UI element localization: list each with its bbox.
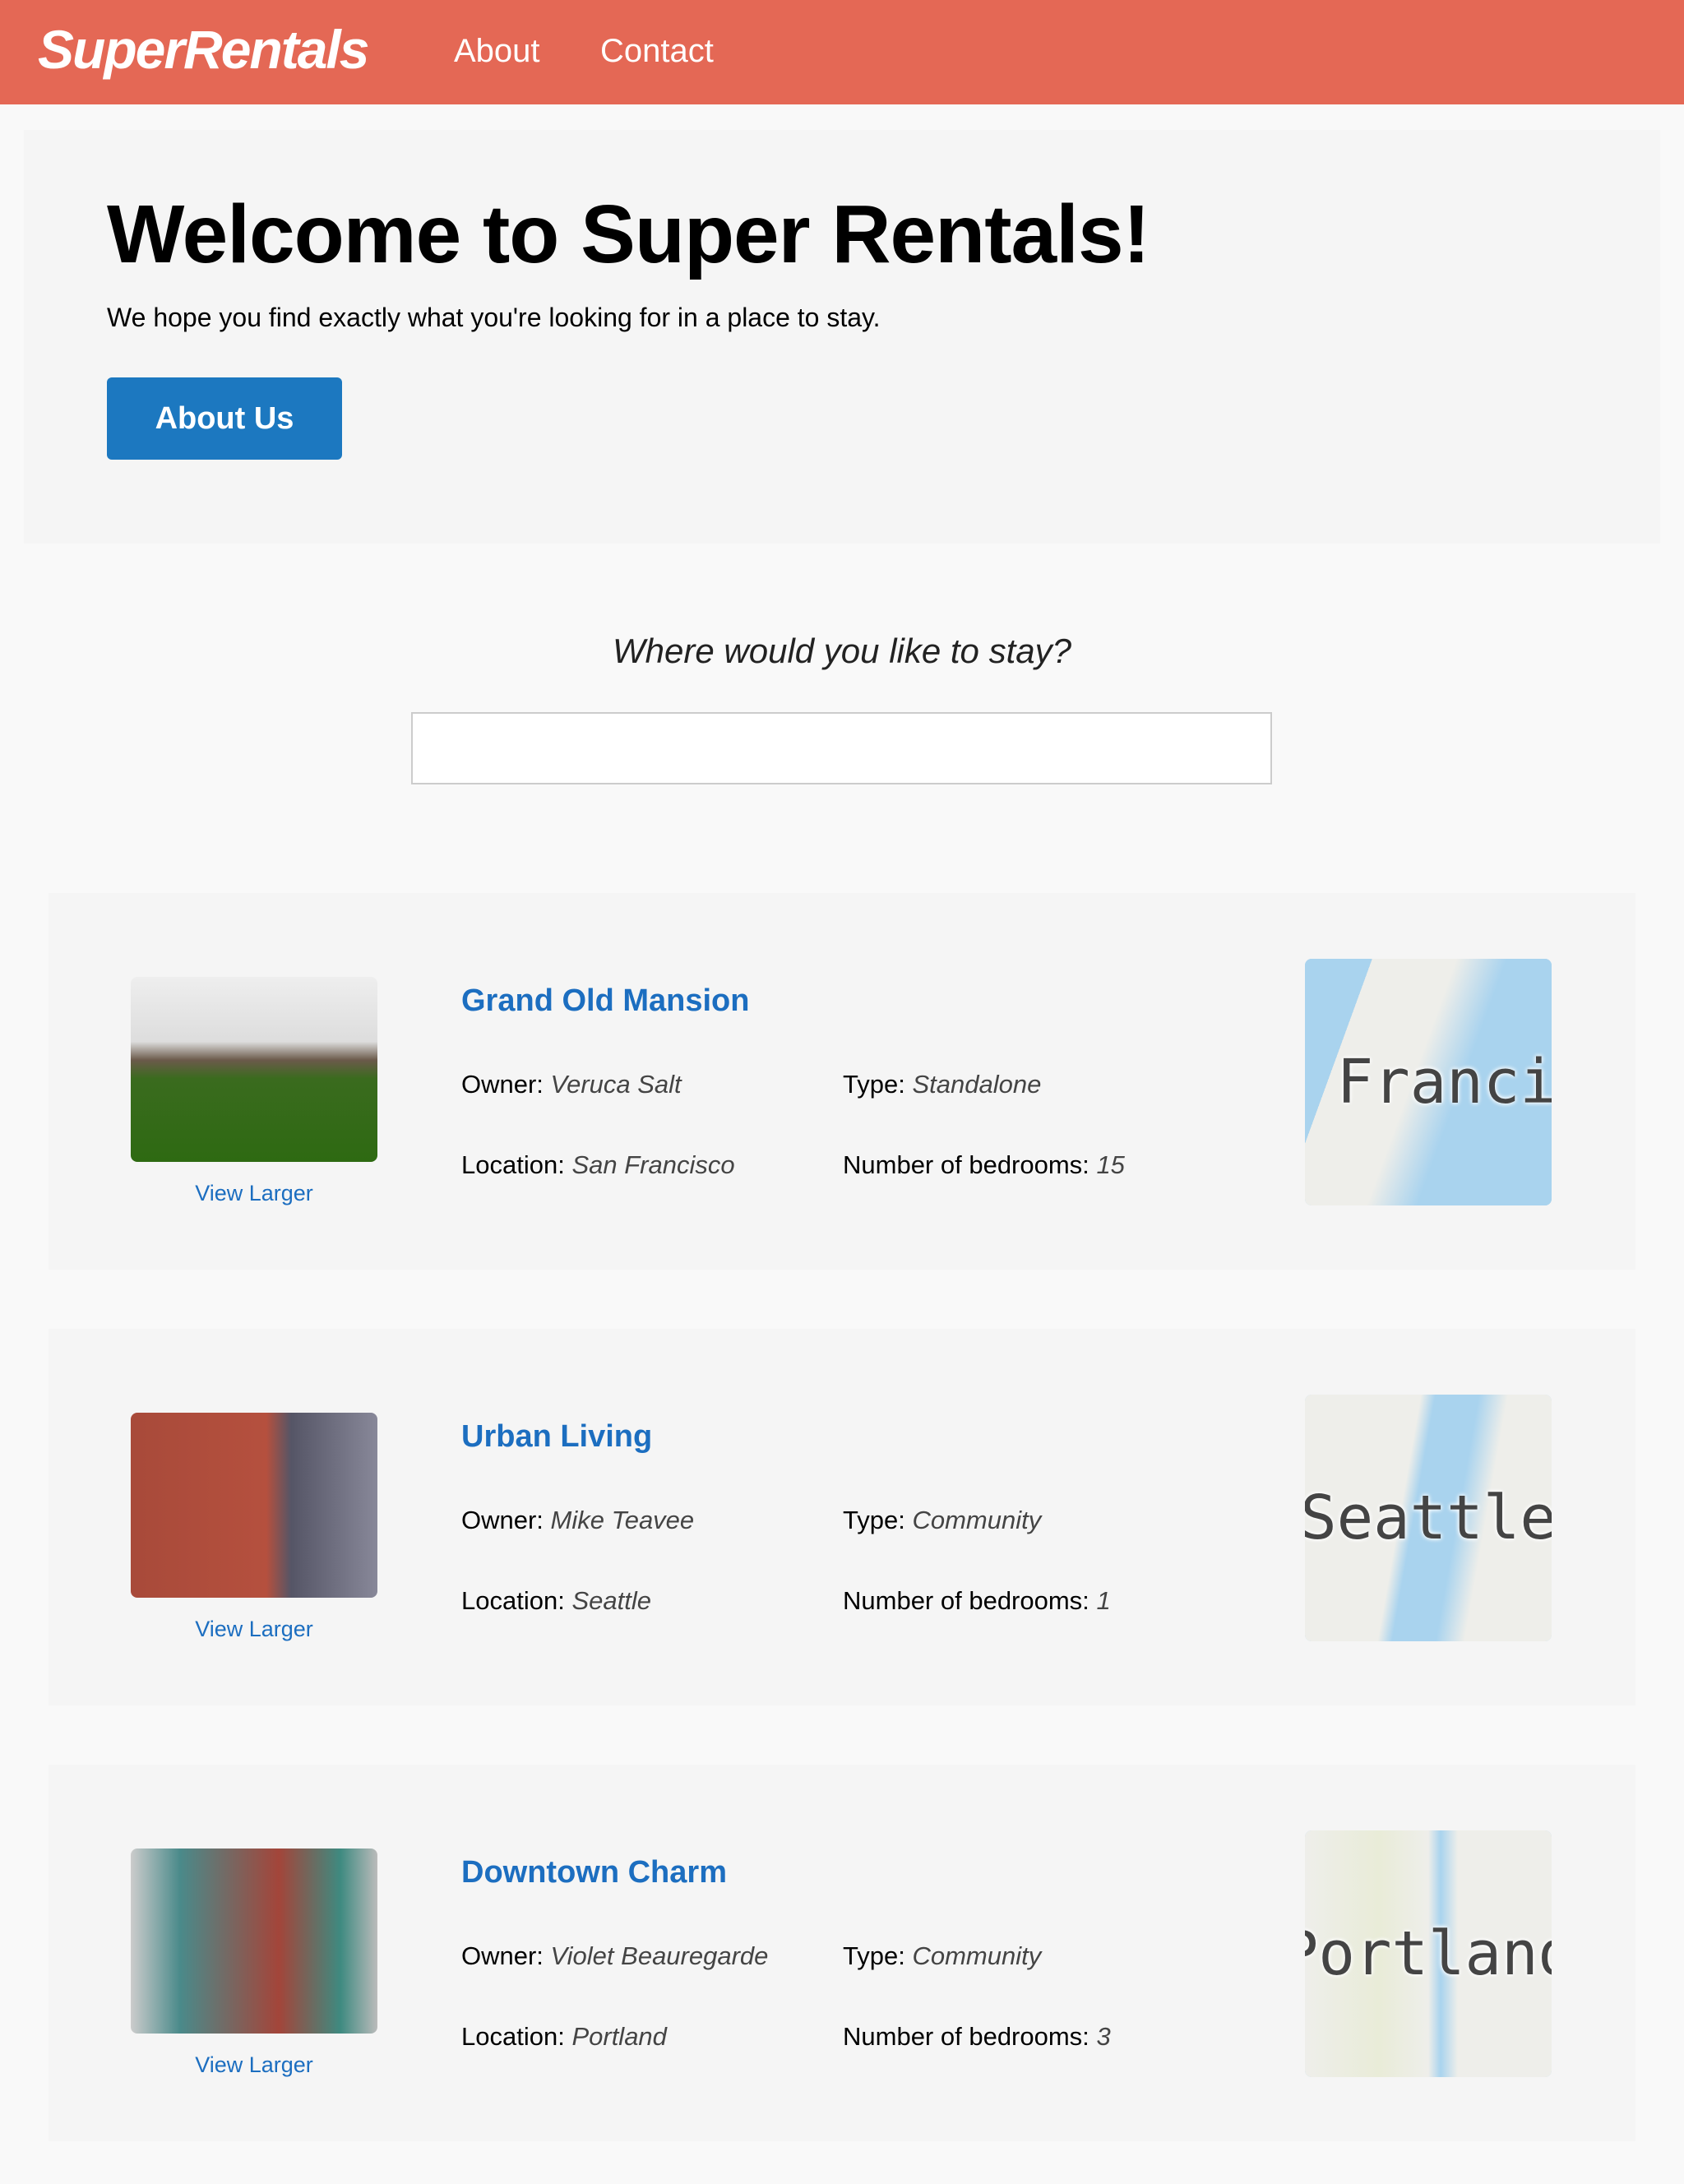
owner-field: Owner: Mike Teavee xyxy=(461,1506,694,1535)
owner-label: Owner: xyxy=(461,1506,544,1534)
map-image: n Francis xyxy=(1305,959,1552,1205)
bedrooms-value: 15 xyxy=(1096,1150,1125,1179)
view-larger-link[interactable]: View Larger xyxy=(131,2052,377,2078)
location-value: Portland xyxy=(571,2022,667,2051)
location-field: Location: San Francisco xyxy=(461,1150,735,1180)
search-input[interactable] xyxy=(411,712,1272,784)
map-label: n Francis xyxy=(1305,1047,1552,1117)
map-label: Seattle xyxy=(1305,1483,1552,1553)
owner-value: Mike Teavee xyxy=(550,1506,695,1534)
search-prompt: Where would you like to stay? xyxy=(613,632,1071,670)
rental-title-link[interactable]: Grand Old Mansion xyxy=(461,983,749,1019)
type-value: Community xyxy=(912,1506,1042,1534)
rental-image[interactable] xyxy=(131,977,377,1162)
type-value: Community xyxy=(912,1941,1042,1970)
owner-field: Owner: Veruca Salt xyxy=(461,1070,682,1099)
owner-label: Owner: xyxy=(461,1941,544,1970)
type-field: Type: Community xyxy=(843,1506,1041,1535)
rental-card: View Larger Urban Living Owner: Mike Tea… xyxy=(49,1329,1635,1705)
page-subtitle: We hope you find exactly what you're loo… xyxy=(107,303,881,332)
view-larger-link[interactable]: View Larger xyxy=(131,1181,377,1206)
owner-value: Veruca Salt xyxy=(550,1070,682,1099)
top-nav: SuperRentals About Contact xyxy=(0,0,1684,104)
location-label: Location: xyxy=(461,1150,565,1179)
location-value: Seattle xyxy=(571,1586,651,1615)
map-image: Seattle xyxy=(1305,1395,1552,1641)
nav-contact[interactable]: Contact xyxy=(600,33,714,70)
bedrooms-label: Number of bedrooms: xyxy=(843,1586,1090,1615)
bedrooms-label: Number of bedrooms: xyxy=(843,2022,1090,2051)
rental-title-link[interactable]: Downtown Charm xyxy=(461,1855,727,1890)
bedrooms-label: Number of bedrooms: xyxy=(843,1150,1090,1179)
page-title: Welcome to Super Rentals! xyxy=(107,188,1150,280)
location-label: Location: xyxy=(461,2022,565,2051)
bedrooms-value: 1 xyxy=(1096,1586,1111,1615)
bedrooms-field: Number of bedrooms: 1 xyxy=(843,1586,1111,1616)
rental-image[interactable] xyxy=(131,1413,377,1598)
location-field: Location: Portland xyxy=(461,2022,667,2052)
nav-about[interactable]: About xyxy=(454,33,540,70)
location-field: Location: Seattle xyxy=(461,1586,651,1616)
bedrooms-value: 3 xyxy=(1096,2022,1111,2051)
about-us-button[interactable]: About Us xyxy=(107,377,342,460)
owner-label: Owner: xyxy=(461,1070,544,1099)
type-label: Type: xyxy=(843,1506,905,1534)
owner-value: Violet Beauregarde xyxy=(550,1941,769,1970)
location-label: Location: xyxy=(461,1586,565,1615)
rental-card: View Larger Downtown Charm Owner: Violet… xyxy=(49,1765,1635,2141)
location-value: San Francisco xyxy=(571,1150,735,1179)
rental-image[interactable] xyxy=(131,1849,377,2034)
map-image: Portland xyxy=(1305,1830,1552,2077)
type-field: Type: Community xyxy=(843,1941,1041,1971)
jumbotron: Welcome to Super Rentals! We hope you fi… xyxy=(24,130,1660,544)
rental-card: View Larger Grand Old Mansion Owner: Ver… xyxy=(49,893,1635,1270)
logo-link[interactable]: SuperRentals xyxy=(38,18,369,81)
bedrooms-field: Number of bedrooms: 3 xyxy=(843,2022,1111,2052)
view-larger-link[interactable]: View Larger xyxy=(131,1617,377,1642)
map-label: Portland xyxy=(1305,1918,1552,1989)
owner-field: Owner: Violet Beauregarde xyxy=(461,1941,768,1971)
rental-title-link[interactable]: Urban Living xyxy=(461,1419,652,1455)
bedrooms-field: Number of bedrooms: 15 xyxy=(843,1150,1125,1180)
type-label: Type: xyxy=(843,1941,905,1970)
type-label: Type: xyxy=(843,1070,905,1099)
type-field: Type: Standalone xyxy=(843,1070,1041,1099)
type-value: Standalone xyxy=(912,1070,1042,1099)
